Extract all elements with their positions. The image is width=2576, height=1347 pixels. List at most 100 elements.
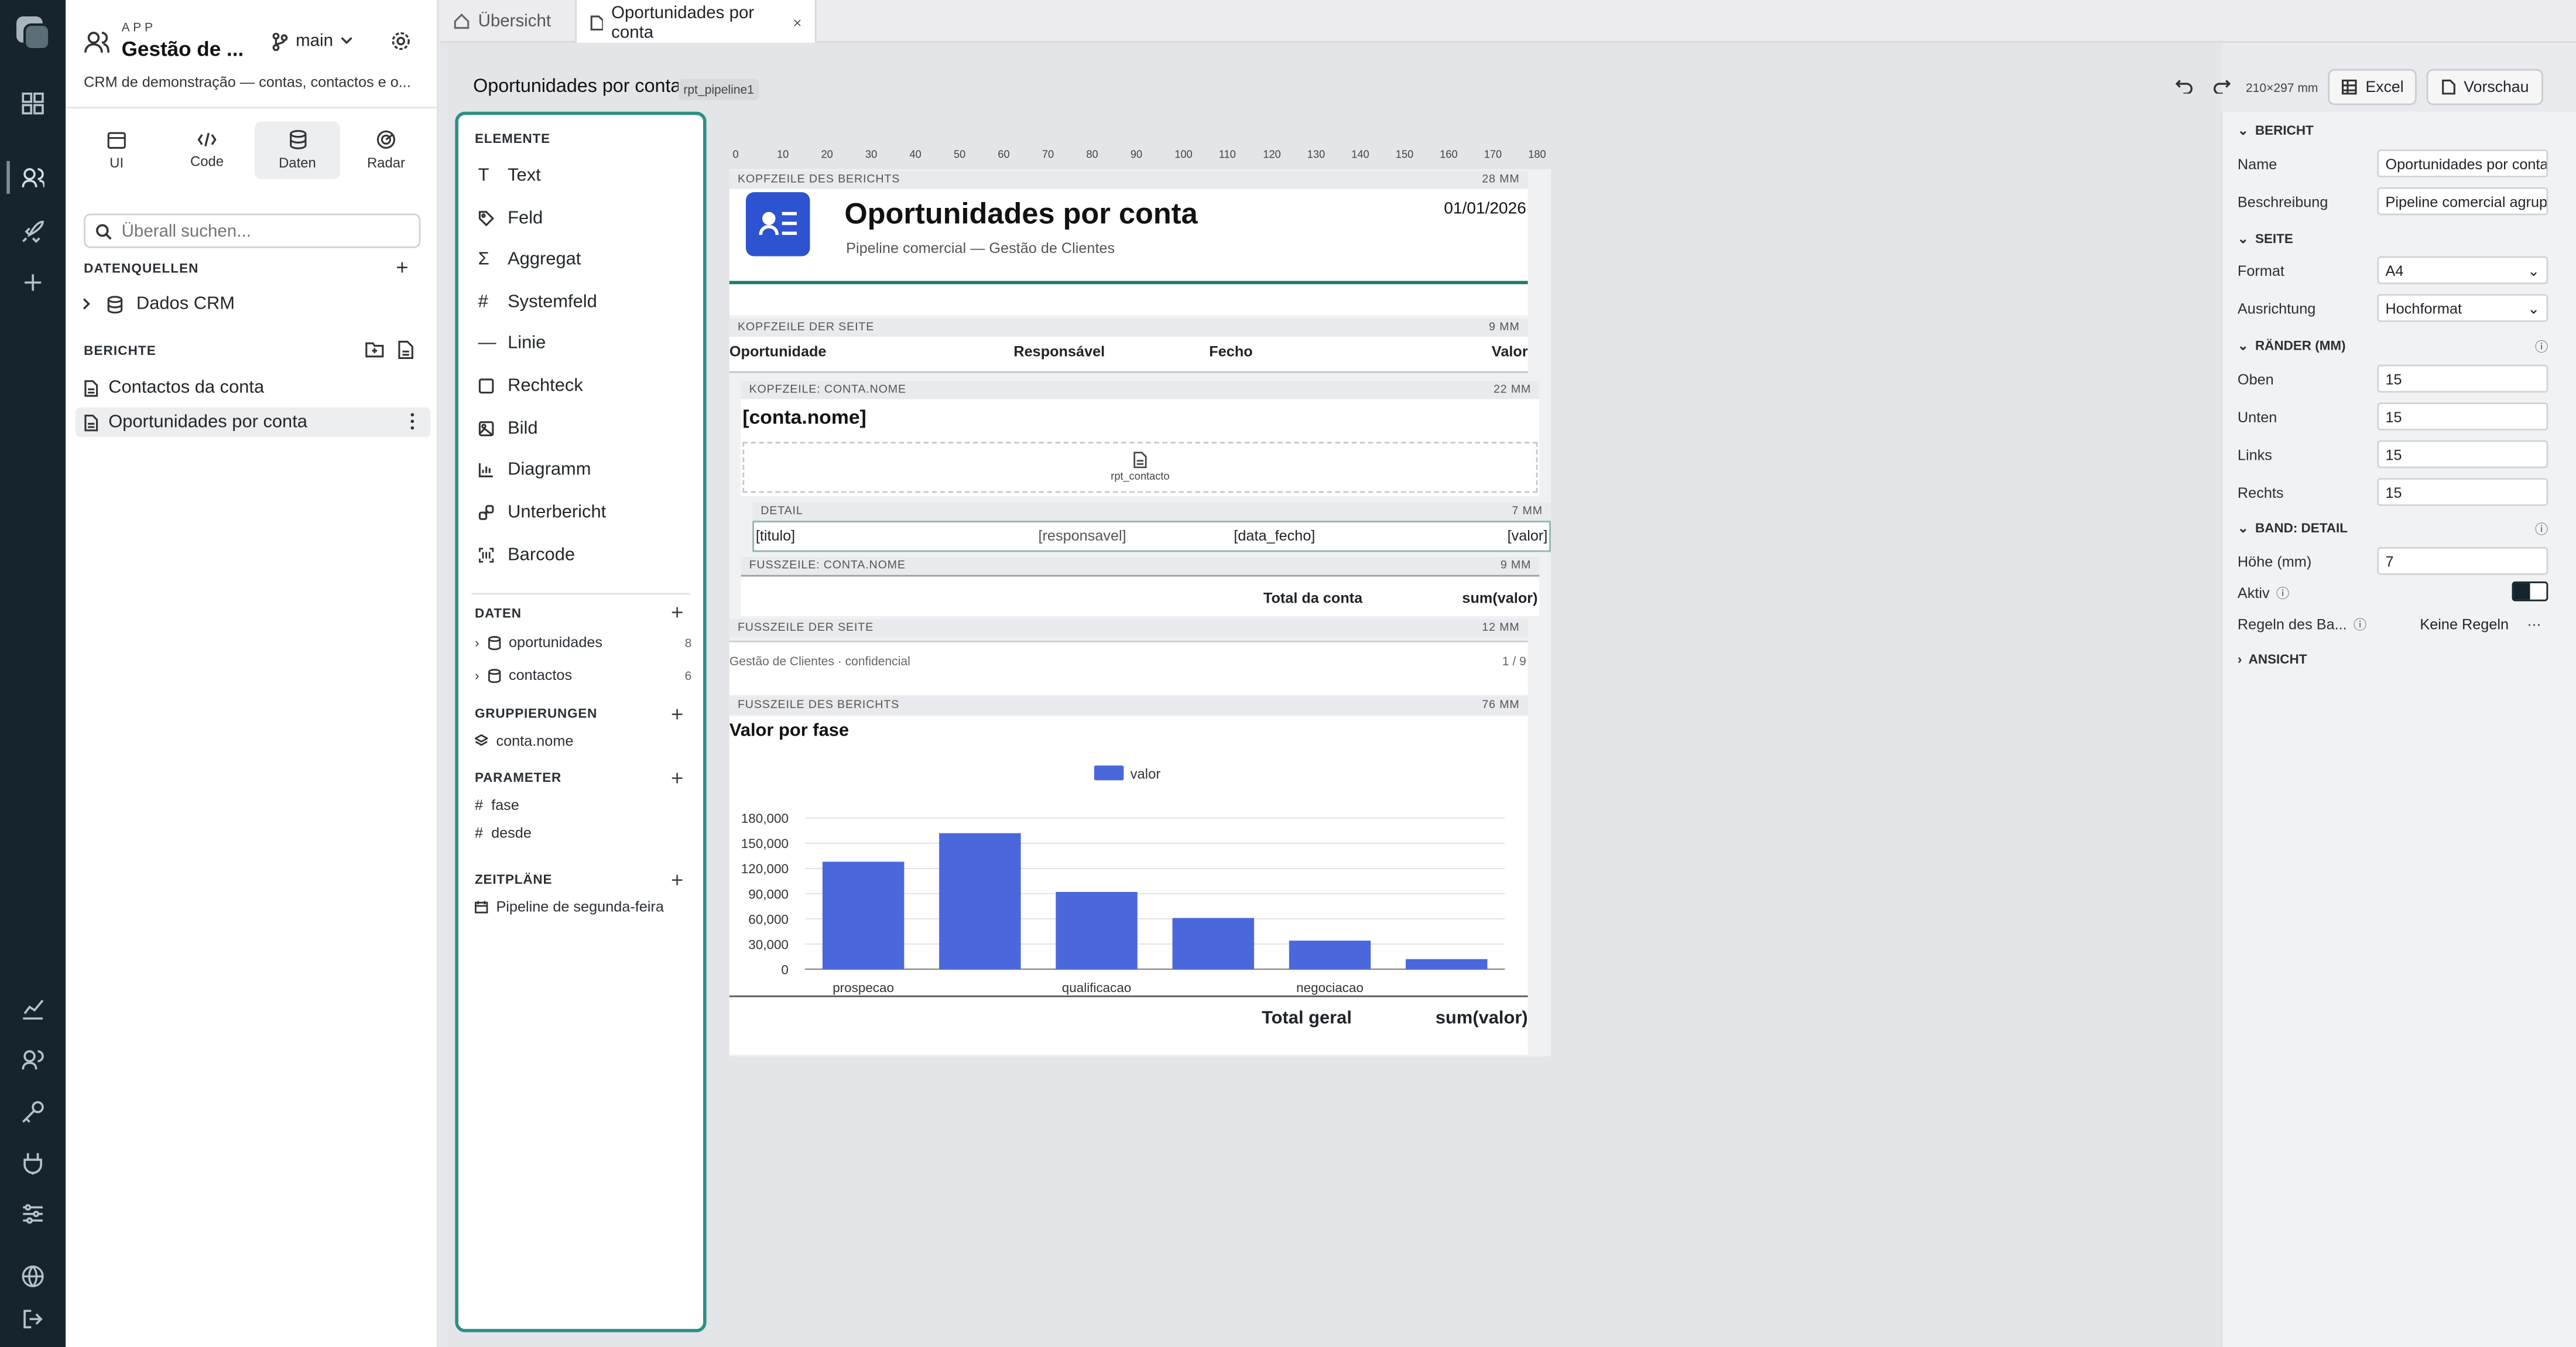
group-item[interactable]: conta.nome — [474, 733, 573, 749]
format-select[interactable]: A4 ⌄ — [2377, 256, 2548, 285]
band-page-header[interactable]: Oportunidade Responsável Fecho Valor — [729, 337, 1528, 373]
tab-daten[interactable]: Daten — [254, 121, 340, 179]
section-raender[interactable]: ⌄ RÄNDER (MM) — [2238, 339, 2346, 353]
logo-icon[interactable] — [15, 15, 51, 51]
palette-systemfeld[interactable]: # Systemfeld — [478, 292, 597, 312]
dashboard-icon[interactable] — [16, 87, 49, 120]
rules-value[interactable]: Keine Regeln — [2420, 616, 2509, 633]
sigma-icon: Σ — [478, 249, 489, 270]
key-icon[interactable] — [16, 1096, 49, 1129]
datasource-item[interactable]: Dados CRM — [82, 294, 235, 314]
footer-text: Gestão de Clientes · confidencial — [729, 654, 910, 669]
more-options-icon[interactable] — [409, 412, 416, 430]
info-icon[interactable]: ⓘ — [2535, 339, 2548, 357]
margin-bottom-input[interactable]: 15 — [2377, 402, 2548, 430]
tab-ui[interactable]: UI — [74, 122, 159, 179]
params-heading: PARAMETER — [474, 770, 562, 785]
chevron-down-icon: ⌄ — [2237, 123, 2249, 138]
band-detail[interactable]: [titulo] [responsavel] [data_fecho] [val… — [752, 521, 1551, 552]
band-label-detail[interactable]: DETAIL 7 MM — [752, 502, 1551, 521]
palette-diagramm[interactable]: Diagramm — [478, 460, 591, 480]
band-report-header[interactable]: Oportunidades por conta Pipeline comerci… — [729, 189, 1528, 316]
more-icon[interactable]: … — [2527, 613, 2541, 629]
margin-top-input[interactable]: 15 — [2377, 364, 2548, 393]
band-label-report-header[interactable]: KOPFZEILE DES BERICHTS 28 MM — [729, 170, 1528, 189]
margin-left-input[interactable]: 15 — [2377, 440, 2548, 469]
bar — [1406, 959, 1488, 969]
band-label-page-footer[interactable]: FUSSZEILE DER SEITE 12 MM — [729, 619, 1528, 638]
analytics-icon[interactable] — [16, 992, 49, 1025]
data-item-contactos[interactable]: › contactos 6 — [475, 667, 691, 683]
info-icon[interactable]: ⓘ — [2535, 521, 2548, 539]
redo-icon[interactable] — [2213, 77, 2231, 94]
prop-label: Unten — [2237, 409, 2277, 426]
tab-radar[interactable]: Radar — [343, 122, 429, 179]
band-page-footer[interactable]: Gestão de Clientes · confidencial 1 / 9 — [729, 640, 1528, 695]
param-item-fase[interactable]: # fase — [475, 796, 519, 813]
y-tick-label: 30,000 — [748, 937, 789, 952]
band-label-group-footer[interactable]: FUSSZEILE: CONTA.NOME 9 MM — [741, 556, 1540, 575]
new-report-icon[interactable] — [398, 340, 414, 360]
chevron-right-icon: › — [2237, 652, 2242, 667]
aktiv-toggle[interactable] — [2512, 581, 2548, 601]
team-icon[interactable] — [16, 1043, 49, 1076]
name-input[interactable]: Oportunidades por conta — [2377, 149, 2548, 177]
settings-gear-icon[interactable] — [391, 31, 411, 51]
branch-selector[interactable]: main — [271, 31, 353, 51]
height-input[interactable]: 7 — [2377, 547, 2548, 575]
report-item-contactos[interactable]: Contactos da conta — [84, 376, 264, 399]
preview-button[interactable]: Vorschau — [2426, 69, 2543, 105]
band-label-page-header[interactable]: KOPFZEILE DER SEITE 9 MM — [729, 319, 1528, 337]
palette-barcode[interactable]: Barcode — [478, 545, 575, 565]
elements-heading: ELEMENTE — [474, 131, 550, 146]
palette-bild[interactable]: Bild — [478, 419, 538, 439]
plug-icon[interactable] — [16, 1147, 49, 1180]
ruler-tick: 160 — [1440, 149, 1458, 161]
schedule-item[interactable]: Pipeline de segunda-feira — [474, 898, 664, 915]
link-icon — [478, 505, 494, 520]
band-group-header[interactable]: [conta.nome] rpt_contacto — [741, 399, 1540, 497]
excel-button[interactable]: Excel — [2328, 69, 2417, 105]
users-icon[interactable] — [16, 161, 49, 194]
undo-icon[interactable] — [2175, 77, 2193, 94]
add-schedule-button[interactable]: + — [671, 869, 683, 890]
add-param-button[interactable]: + — [671, 767, 683, 788]
new-folder-icon[interactable] — [365, 340, 385, 358]
palette-unterbericht[interactable]: Unterbericht — [478, 502, 606, 522]
settings-sliders-icon[interactable] — [16, 1198, 49, 1230]
palette-linie[interactable]: — Linie — [478, 333, 546, 353]
tab-code[interactable]: Code — [165, 122, 250, 179]
band-label-report-footer[interactable]: FUSSZEILE DES BERICHTS 76 MM — [729, 696, 1528, 715]
band-group-footer[interactable]: Total da conta sum(valor) — [741, 575, 1540, 616]
orientation-select[interactable]: Hochformat ⌄ — [2377, 294, 2548, 322]
tab-uebersicht[interactable]: Übersicht — [440, 0, 564, 43]
palette-aggregat[interactable]: Σ Aggregat — [478, 249, 581, 269]
palette-feld[interactable]: Feld — [478, 208, 543, 228]
add-icon[interactable] — [16, 266, 49, 299]
chevron-down-icon: ⌄ — [2237, 521, 2249, 536]
band-report-footer[interactable]: Valor por fase valor 180,000 150,000 120,00… — [729, 716, 1528, 1055]
subreport-placeholder[interactable]: rpt_contacto — [742, 442, 1538, 493]
search-input[interactable] — [121, 221, 417, 241]
palette-text[interactable]: T Text — [478, 166, 541, 186]
margin-right-input[interactable]: 15 — [2377, 478, 2548, 506]
tab-oportunidades[interactable]: Oportunidades por conta × — [575, 0, 817, 45]
add-data-button[interactable]: + — [671, 601, 683, 623]
section-ansicht[interactable]: › ANSICHT — [2238, 652, 2307, 667]
palette-rechteck[interactable]: Rechteck — [478, 376, 583, 396]
add-datasource-button[interactable]: + — [396, 257, 408, 278]
add-group-button[interactable]: + — [671, 703, 683, 724]
section-seite[interactable]: ⌄ SEITE — [2238, 231, 2293, 246]
description-input[interactable]: Pipeline comercial agrupado — [2377, 187, 2548, 216]
section-bericht[interactable]: ⌄ BERICHT — [2238, 123, 2314, 138]
search-box[interactable] — [84, 213, 421, 248]
rocket-icon[interactable] — [16, 215, 49, 248]
globe-icon[interactable] — [16, 1260, 49, 1293]
prop-label: Höhe (mm) — [2237, 553, 2312, 570]
section-band[interactable]: ⌄ BAND: DETAIL — [2238, 521, 2348, 535]
logout-icon[interactable] — [16, 1302, 49, 1335]
data-item-oportunidades[interactable]: › oportunidades 8 — [475, 634, 691, 651]
close-icon[interactable]: × — [793, 14, 802, 30]
param-item-desde[interactable]: # desde — [475, 825, 532, 841]
band-label-group-header[interactable]: KOPFZEILE: CONTA.NOME 22 MM — [741, 381, 1540, 399]
